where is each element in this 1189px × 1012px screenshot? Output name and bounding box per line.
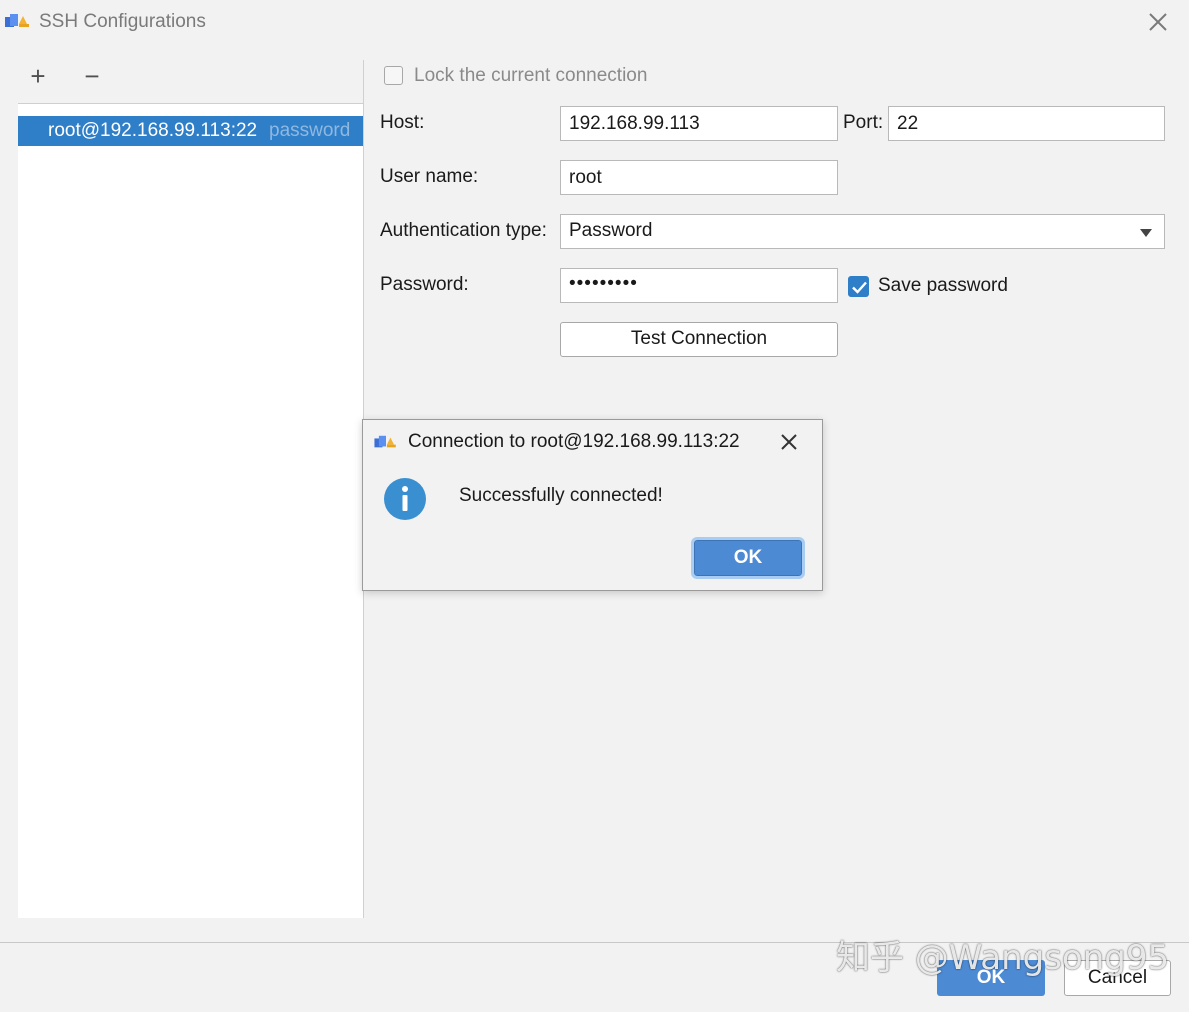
username-label: User name: <box>380 166 479 187</box>
config-item-label: root@192.168.99.113:22 <box>48 120 258 141</box>
password-label: Password: <box>380 274 469 295</box>
config-item-auth: password <box>269 120 351 141</box>
add-config-button[interactable]: + <box>24 63 52 91</box>
app-icon <box>5 14 29 27</box>
test-connection-button[interactable]: Test Connection <box>560 322 838 357</box>
connection-dialog: Connection to root@192.168.99.113:22 Suc… <box>362 419 823 591</box>
close-icon[interactable] <box>1146 10 1170 34</box>
host-input[interactable] <box>560 106 838 141</box>
check-icon <box>852 281 867 294</box>
window-title: SSH Configurations <box>39 11 206 32</box>
auth-type-select[interactable]: Password <box>560 214 1165 249</box>
auth-type-label: Authentication type: <box>380 220 547 241</box>
password-input[interactable]: ••••••••• <box>560 268 838 303</box>
config-list <box>18 104 363 918</box>
save-password-checkbox[interactable] <box>848 276 869 297</box>
footer-divider <box>0 942 1189 943</box>
host-label: Host: <box>380 112 425 133</box>
config-list-item[interactable]: root@192.168.99.113:22 password <box>18 116 363 146</box>
port-input[interactable] <box>888 106 1165 141</box>
auth-type-value: Password <box>569 220 653 241</box>
dialog-title: Connection to root@192.168.99.113:22 <box>408 431 740 452</box>
port-label: Port: <box>843 112 884 133</box>
lock-connection-checkbox[interactable] <box>384 66 403 85</box>
dialog-message: Successfully connected! <box>459 485 663 506</box>
dialog-app-icon <box>374 435 396 448</box>
lock-connection-label: Lock the current connection <box>414 65 648 86</box>
ok-button[interactable]: OK <box>937 960 1045 996</box>
username-input[interactable] <box>560 160 838 195</box>
dialog-close-icon[interactable] <box>779 432 799 452</box>
save-password-label: Save password <box>878 275 1008 296</box>
remove-config-button[interactable]: − <box>78 63 106 91</box>
info-icon <box>384 478 426 520</box>
dialog-ok-button[interactable]: OK <box>691 537 805 579</box>
chevron-down-icon <box>1140 229 1152 237</box>
cancel-button[interactable]: Cancel <box>1064 960 1171 996</box>
